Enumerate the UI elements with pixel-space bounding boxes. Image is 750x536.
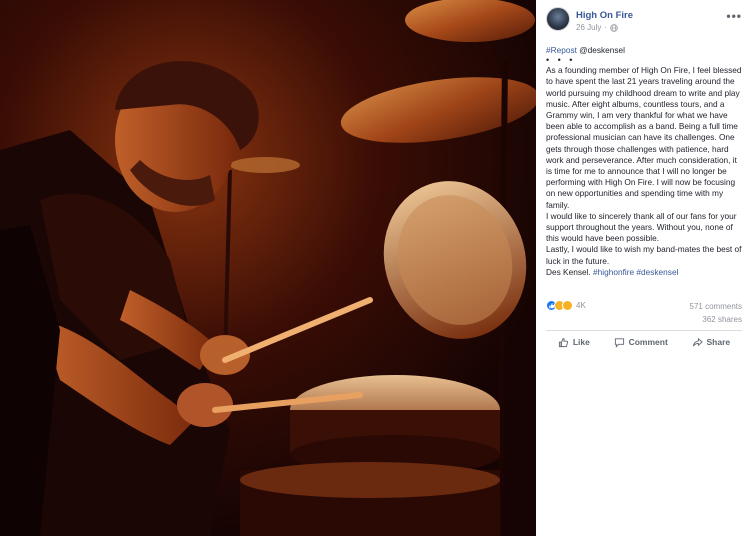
repost-line: #Repost @deskensel — [546, 45, 744, 56]
share-label: Share — [706, 337, 731, 347]
signature-name: Des Kensel. — [546, 266, 591, 277]
more-options-button[interactable]: ••• — [726, 9, 742, 23]
share-button[interactable]: Share — [692, 337, 731, 348]
globe-icon — [610, 23, 618, 32]
comment-button[interactable]: Comment — [614, 337, 668, 348]
page-name-link[interactable]: High On Fire — [576, 10, 633, 21]
like-label: Like — [572, 337, 590, 347]
post-paragraph-3: Lastly, I would like to wish my band-mat… — [546, 244, 742, 266]
shares-count[interactable]: 362 shares — [690, 313, 742, 326]
post-date[interactable]: 26 July — [576, 23, 601, 32]
hashtag-deskensel[interactable]: #deskensel — [636, 267, 678, 277]
post-photo[interactable] — [0, 0, 536, 536]
reactions-summary[interactable]: 4K — [546, 300, 586, 311]
like-button[interactable]: Like — [558, 337, 590, 348]
post-paragraph-2: I would like to sincerely thank all of o… — [546, 210, 737, 244]
post-actions-bar: Like Comment Share — [546, 334, 742, 350]
comments-count[interactable]: 571 comments — [690, 300, 742, 313]
post-header: High On Fire 26 July · ••• — [546, 7, 742, 35]
post-paragraph-1: As a founding member of High On Fire, I … — [546, 65, 742, 210]
comment-icon — [614, 337, 624, 348]
reaction-count[interactable]: 4K — [576, 301, 586, 310]
drummer-photo-illustration — [0, 0, 536, 536]
repost-hashtag[interactable]: #Repost — [546, 45, 577, 55]
thumbs-up-icon — [558, 337, 568, 347]
repost-handle: @deskensel — [579, 45, 626, 55]
meta-separator: · — [604, 23, 608, 32]
actions-divider — [546, 330, 742, 331]
comment-label: Comment — [628, 337, 668, 347]
engagement-counts: 571 comments 362 shares — [690, 300, 742, 326]
share-icon — [692, 337, 703, 346]
signature-line: Des Kensel. #highonfire #deskensel — [546, 267, 744, 278]
post-meta: 26 July · — [576, 23, 618, 32]
dots-separator: • • • — [546, 55, 576, 66]
wow-reaction-icon — [562, 300, 573, 311]
post-panel: High On Fire 26 July · ••• #Repost @desk… — [536, 0, 750, 536]
hashtag-highonfire[interactable]: #highonfire — [593, 267, 634, 277]
page-avatar[interactable] — [546, 7, 570, 31]
post-text: #Repost @deskensel • • • As a founding m… — [546, 45, 744, 278]
